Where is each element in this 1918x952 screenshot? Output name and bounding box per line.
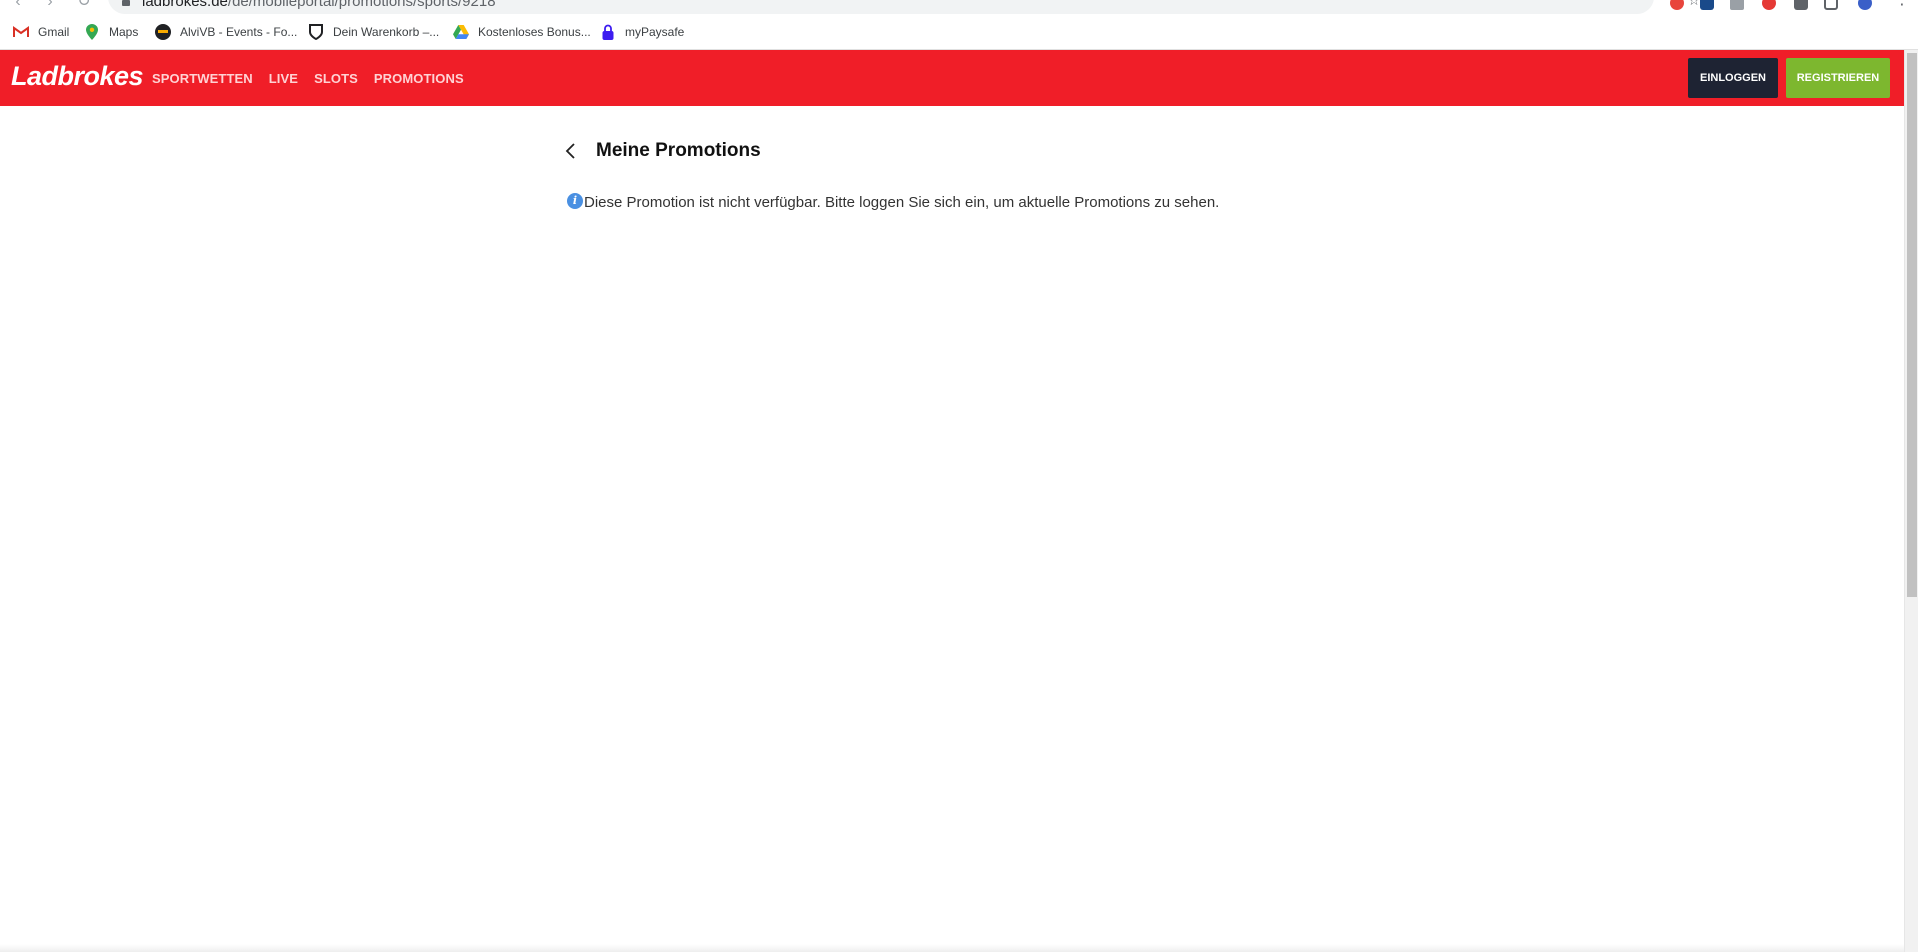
bookmark-label: AlviVB - Events - Fo... — [180, 25, 298, 39]
puzzle-icon[interactable] — [1794, 0, 1808, 10]
back-arrow-icon[interactable]: ‹ — [8, 0, 28, 14]
bookmark-warenkorb[interactable]: Dein Warenkorb –... — [308, 22, 439, 42]
window-icon[interactable] — [1824, 0, 1838, 10]
bookmark-mypaysafe[interactable]: myPaysafe — [600, 22, 684, 42]
bookmarks-bar: Gmail Maps AlviVB - Events - Fo... Dein … — [0, 14, 1918, 50]
bookmark-maps[interactable]: Maps — [84, 22, 138, 42]
unavailable-notice: i Diese Promotion ist nicht verfügbar. B… — [567, 192, 1220, 211]
gmail-icon — [13, 24, 29, 40]
forward-arrow-icon[interactable]: › — [40, 0, 60, 14]
profile-avatar-icon[interactable] — [1858, 0, 1872, 10]
extension-stop-icon[interactable] — [1762, 0, 1776, 10]
lock-icon — [122, 0, 130, 6]
nav-sportwetten[interactable]: SPORTWETTEN — [152, 71, 253, 86]
shield-icon — [308, 24, 324, 40]
nav-promotions[interactable]: PROMOTIONS — [374, 71, 464, 86]
google-drive-icon — [453, 24, 469, 40]
chevron-left-icon — [565, 143, 575, 159]
notice-text: Diese Promotion ist nicht verfügbar. Bit… — [584, 194, 1220, 211]
bottom-edge — [0, 944, 1904, 952]
ladbrokes-logo[interactable]: Ladbrokes — [11, 61, 144, 92]
bookmark-label: Gmail — [38, 25, 70, 39]
extension-play-icon[interactable] — [1730, 0, 1744, 10]
extension-red-icon[interactable] — [1670, 0, 1684, 10]
bookmark-label: Maps — [109, 25, 139, 39]
page-scrollbar[interactable] — [1904, 50, 1918, 952]
page-title: Meine Promotions — [596, 140, 761, 161]
bookmark-alvivb[interactable]: AlviVB - Events - Fo... — [155, 22, 297, 42]
login-button[interactable]: EINLOGGEN — [1688, 58, 1778, 98]
bookmark-label: Kostenloses Bonus... — [478, 25, 591, 39]
extension-chart-icon[interactable] — [1700, 0, 1714, 10]
browser-toolbar: ‹ › ↻ ladbrokes.de/de/mobileportal/promo… — [0, 0, 1918, 14]
bookmark-label: myPaysafe — [625, 25, 685, 39]
bookmark-gmail[interactable]: Gmail — [13, 22, 69, 42]
register-button[interactable]: REGISTRIEREN — [1786, 58, 1890, 98]
nav-slots[interactable]: SLOTS — [314, 71, 358, 86]
site-header: Ladbrokes SPORTWETTEN LIVE SLOTS PROMOTI… — [0, 50, 1904, 106]
info-icon: i — [567, 192, 583, 209]
main-nav: SPORTWETTEN LIVE SLOTS PROMOTIONS — [152, 50, 480, 106]
url-text: ladbrokes.de/de/mobileportal/promotions/… — [142, 0, 496, 10]
bookmark-label: Dein Warenkorb –... — [333, 25, 440, 39]
bookmark-bonus[interactable]: Kostenloses Bonus... — [453, 22, 591, 42]
reload-icon[interactable]: ↻ — [74, 0, 94, 14]
more-menu-icon[interactable]: ⋮ — [1892, 0, 1912, 12]
scrollbar-thumb[interactable] — [1907, 53, 1917, 597]
nav-live[interactable]: LIVE — [269, 71, 298, 86]
address-bar[interactable]: ladbrokes.de/de/mobileportal/promotions/… — [108, 0, 1700, 14]
alvivb-icon — [155, 24, 171, 40]
padlock-icon — [600, 24, 616, 40]
back-button[interactable] — [562, 140, 580, 162]
maps-icon — [84, 24, 100, 40]
